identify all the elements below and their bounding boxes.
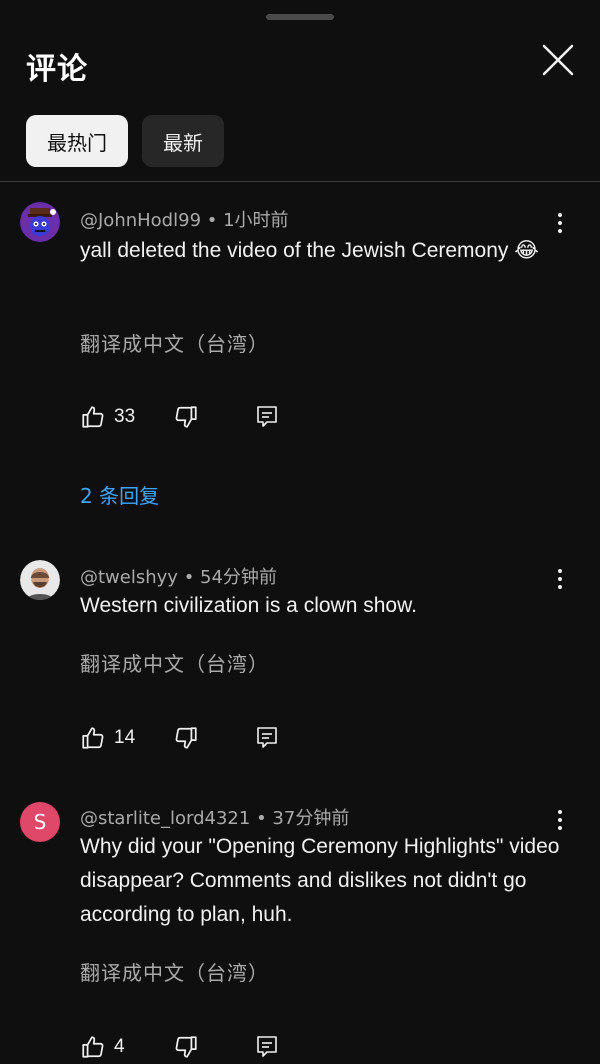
reply-icon — [256, 1036, 277, 1057]
panel-title: 评论 — [26, 52, 88, 87]
divider — [0, 181, 600, 182]
comment-author[interactable]: @twelshyy — [80, 567, 178, 588]
thumbs-down-icon — [175, 1036, 197, 1058]
dislike-button[interactable] — [173, 1034, 199, 1060]
thumbs-up-icon — [82, 1036, 104, 1058]
like-count: 33 — [114, 406, 136, 427]
dislike-button[interactable] — [173, 725, 199, 751]
comment-time: 1小时前 — [223, 210, 289, 231]
thumbs-up-icon — [82, 727, 104, 749]
reply-button[interactable] — [255, 404, 279, 430]
comment-time: 37分钟前 — [272, 808, 350, 829]
like-button[interactable]: 33 — [80, 404, 135, 430]
drag-handle[interactable] — [266, 14, 334, 20]
comment-text: Western civilization is a clown show. — [80, 594, 417, 617]
meta-separator: • — [183, 567, 201, 588]
thumbs-up-icon — [82, 406, 104, 428]
comment-meta: @twelshyy • 54分钟前 — [80, 563, 277, 589]
close-button[interactable] — [538, 40, 578, 80]
meta-separator: • — [206, 210, 224, 231]
avatar-letter: S — [33, 810, 47, 834]
thumbs-down-icon — [175, 727, 197, 749]
close-icon — [542, 44, 574, 76]
comment-text: Why did your "Opening Ceremony Highlight… — [80, 835, 560, 926]
comment-author[interactable]: @starlite_lord4321 — [80, 808, 250, 829]
thumbs-down-icon — [175, 406, 197, 428]
comments-panel: 评论 最热门 最新 @JohnHodl99 • 1小时前 yall delete… — [0, 0, 600, 1064]
sort-tabs: 最热门 最新 — [26, 115, 224, 167]
purple-character-avatar-icon — [20, 202, 60, 242]
translate-link[interactable]: 翻译成中文（台湾） — [80, 957, 269, 986]
like-count: 4 — [114, 1036, 125, 1057]
like-button[interactable]: 14 — [80, 725, 135, 751]
like-count: 14 — [114, 727, 136, 748]
avatar[interactable] — [20, 560, 60, 600]
comment-author[interactable]: @JohnHodl99 — [80, 210, 201, 231]
man-photo-avatar-icon — [20, 560, 60, 600]
tab-top[interactable]: 最热门 — [26, 115, 128, 167]
tab-newest[interactable]: 最新 — [142, 115, 224, 167]
dislike-button[interactable] — [173, 404, 199, 430]
reply-button[interactable] — [255, 1034, 279, 1060]
like-button[interactable]: 4 — [80, 1034, 125, 1060]
translate-link[interactable]: 翻译成中文（台湾） — [80, 328, 269, 357]
comment-actions: 33 — [80, 404, 279, 430]
view-replies-link[interactable]: 2 条回复 — [80, 480, 159, 509]
comment-actions: 14 — [80, 725, 279, 751]
comment-time: 54分钟前 — [200, 567, 277, 588]
comment-text: yall deleted the video of the Jewish Cer… — [80, 239, 539, 262]
translate-link[interactable]: 翻译成中文（台湾） — [80, 648, 269, 677]
reply-icon — [257, 727, 277, 748]
comment-meta: @starlite_lord4321 • 37分钟前 — [80, 804, 349, 830]
avatar[interactable]: S — [20, 802, 60, 842]
meta-separator: • — [256, 808, 273, 829]
reply-icon — [257, 406, 277, 427]
comment-meta: @JohnHodl99 • 1小时前 — [80, 206, 289, 232]
comment-actions: 4 — [80, 1034, 279, 1060]
avatar[interactable] — [20, 202, 60, 242]
reply-button[interactable] — [255, 725, 279, 751]
